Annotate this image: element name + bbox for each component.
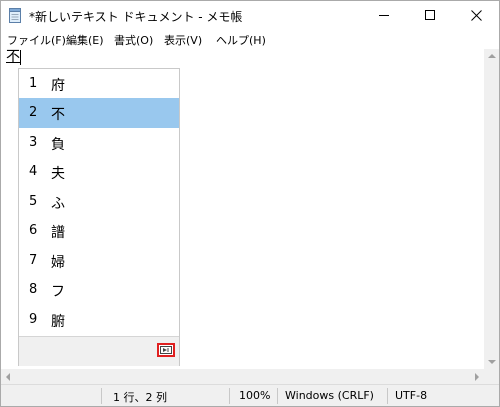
candidate-text: 負 xyxy=(51,137,65,153)
status-bar: 1 行、2 列 100% Windows (CRLF) UTF-8 xyxy=(1,384,499,406)
maximize-button[interactable] xyxy=(407,1,453,30)
status-separator xyxy=(229,388,230,404)
ime-footer xyxy=(19,336,179,366)
candidate-number: 2 xyxy=(29,105,38,120)
expand-candidates-button[interactable] xyxy=(157,343,175,357)
candidate-text: 婦 xyxy=(51,255,65,271)
candidate-number: 7 xyxy=(29,253,38,268)
menu-file[interactable]: ファイル(F) xyxy=(7,32,66,48)
candidate-item-6[interactable]: 6 譜 xyxy=(19,216,179,246)
vertical-scrollbar[interactable] xyxy=(484,49,499,369)
candidate-item-2-selected[interactable]: 2 不 xyxy=(19,98,179,128)
menu-view[interactable]: 表示(V) xyxy=(164,32,202,48)
candidate-text: 夫 xyxy=(51,166,65,182)
candidate-number: 3 xyxy=(29,135,38,150)
candidate-item-5[interactable]: 5 ふ xyxy=(19,187,179,217)
scroll-down-icon[interactable] xyxy=(488,360,496,364)
scroll-right-icon[interactable] xyxy=(475,373,479,381)
status-separator xyxy=(101,388,102,404)
candidate-text: フ xyxy=(51,284,65,300)
candidate-text: 府 xyxy=(51,78,65,94)
composing-text: 不 xyxy=(6,49,20,65)
close-icon xyxy=(471,10,482,21)
expand-candidates-icon xyxy=(160,346,172,354)
scroll-left-icon[interactable] xyxy=(6,373,10,381)
status-cursor-position: 1 行、2 列 xyxy=(113,391,167,404)
candidate-number: 6 xyxy=(29,223,38,238)
status-encoding: UTF-8 xyxy=(395,389,428,402)
text-caret xyxy=(20,50,21,65)
menu-bar: ファイル(F) 編集(E) 書式(O) 表示(V) ヘルプ(H) xyxy=(1,30,499,49)
window-title: *新しいテキスト ドキュメント - メモ帳 xyxy=(29,10,243,24)
close-button[interactable] xyxy=(453,1,499,30)
candidate-number: 8 xyxy=(29,282,38,297)
scrollbar-corner xyxy=(484,369,499,384)
candidate-item-7[interactable]: 7 婦 xyxy=(19,246,179,276)
notepad-app-icon[interactable] xyxy=(9,8,22,23)
status-separator xyxy=(387,388,388,404)
horizontal-scrollbar[interactable] xyxy=(1,369,484,384)
candidate-item-1[interactable]: 1 府 xyxy=(19,69,179,99)
candidate-text: 腑 xyxy=(51,314,65,330)
scroll-up-icon[interactable] xyxy=(488,54,496,58)
menu-help[interactable]: ヘルプ(H) xyxy=(216,32,266,48)
menu-edit[interactable]: 編集(E) xyxy=(66,32,104,48)
candidate-number: 9 xyxy=(29,312,38,327)
ime-candidate-window: 1 府 2 不 3 負 4 夫 5 ふ 6 譜 7 婦 8 フ 9 腑 xyxy=(18,68,180,366)
minimize-button[interactable] xyxy=(361,1,407,30)
status-zoom: 100% xyxy=(239,389,271,402)
candidate-item-3[interactable]: 3 負 xyxy=(19,128,179,158)
status-separator xyxy=(277,388,278,404)
title-bar[interactable]: *新しいテキスト ドキュメント - メモ帳 xyxy=(1,1,499,30)
candidate-number: 5 xyxy=(29,194,38,209)
candidate-item-4[interactable]: 4 夫 xyxy=(19,157,179,187)
candidate-text: ふ xyxy=(51,196,65,212)
status-line-ending: Windows (CRLF) xyxy=(285,389,374,402)
candidate-number: 1 xyxy=(29,76,38,91)
candidate-item-9[interactable]: 9 腑 xyxy=(19,305,179,335)
candidate-text: 不 xyxy=(51,107,65,123)
candidate-number: 4 xyxy=(29,164,38,179)
candidate-item-8[interactable]: 8 フ xyxy=(19,275,179,305)
candidate-text: 譜 xyxy=(51,225,65,241)
menu-format[interactable]: 書式(O) xyxy=(114,32,153,48)
